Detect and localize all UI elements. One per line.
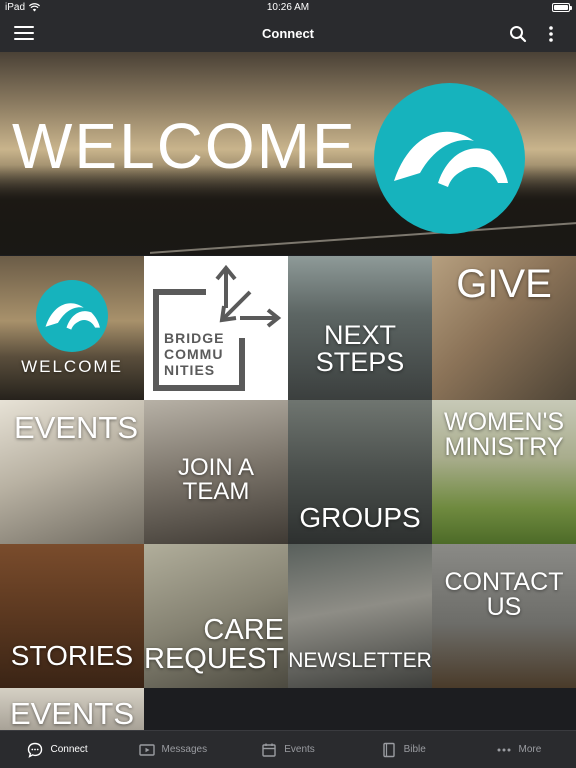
tile-label: WOMEN'S MINISTRY [443,408,565,461]
tile-bridge-communities[interactable]: BRIDGE COMMU NITIES [144,256,288,400]
tab-label: Messages [161,744,208,755]
tile-welcome[interactable]: WELCOME [0,256,144,400]
status-bar: iPad 10:26 AM [0,0,576,16]
bottom-tab-bar: Connect Messages Events Bible More [0,730,576,768]
more-horizontal-icon [497,748,511,751]
tab-label: More [518,744,542,755]
tab-messages[interactable]: Messages [115,731,230,768]
nav-bar: Connect [0,16,576,52]
more-vertical-icon[interactable] [543,24,559,44]
tab-more[interactable]: More [461,731,576,768]
tile-label: GROUPS [299,502,421,533]
tile-label: CONTACT US [444,568,564,621]
tile-next-steps[interactable]: NEXT STEPS [288,256,432,400]
church-logo [374,83,525,234]
tile-groups[interactable]: GROUPS [288,400,432,544]
tile-label: EVENTS [9,696,135,730]
tile-label: WELCOME [21,357,123,376]
battery-icon [552,3,572,12]
tab-connect[interactable]: Connect [0,731,115,768]
tile-care-request[interactable]: CARE REQUEST [144,544,288,688]
tab-label: Connect [50,744,88,755]
tab-events[interactable]: Events [230,731,345,768]
tile-womens-ministry[interactable]: WOMEN'S MINISTRY [432,400,576,544]
tile-label: NEWSLETTER [288,649,432,672]
page-title: Connect [262,26,314,41]
tile-join-a-team[interactable]: JOIN A TEAM [144,400,288,544]
tile-events[interactable]: EVENTS [0,400,144,544]
tab-bible[interactable]: Bible [346,731,461,768]
bridge-communities-arrows-icon [153,264,282,391]
chat-bubble-icon [28,742,43,758]
tile-label: CARE REQUEST [144,614,285,675]
video-play-icon [138,743,155,756]
tile-label: NEXT STEPS [315,320,405,377]
tile-label: GIVE [456,262,552,306]
status-time: 10:26 AM [266,2,310,13]
tile-label: JOIN A TEAM [177,454,255,505]
book-icon [382,742,395,757]
calendar-icon [262,743,276,757]
tile-give[interactable]: GIVE [432,256,576,400]
tile-events-secondary[interactable]: EVENTS [0,688,144,730]
church-logo [36,280,108,352]
search-icon[interactable] [508,24,528,44]
hero-welcome-text: WELCOME [12,110,357,182]
tab-label: Bible [403,744,426,755]
tile-newsletter[interactable]: NEWSLETTER [288,544,432,688]
tile-stories[interactable]: STORIES [0,544,144,688]
tile-label: BRIDGE COMMU NITIES [164,330,225,378]
welcome-hero-banner[interactable]: WELCOME [0,52,576,255]
tile-contact-us[interactable]: CONTACT US [432,544,576,688]
tile-label: STORIES [10,640,134,671]
tab-label: Events [284,744,315,755]
tile-label: EVENTS [14,410,139,445]
